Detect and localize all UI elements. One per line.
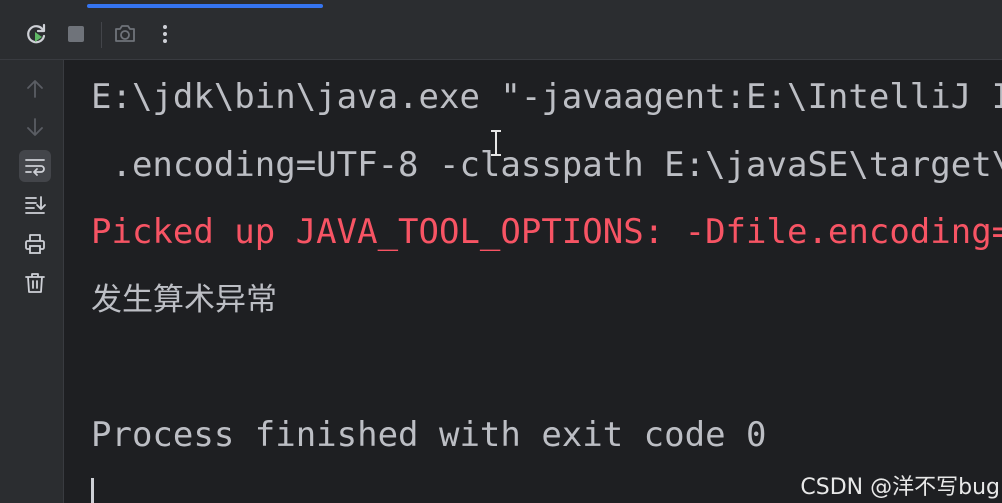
console-output[interactable]: E:\jdk\bin\java.exe "-javaagent:E:\Intel… <box>64 60 1002 503</box>
watermark: CSDN @洋不写bug <box>800 475 1000 500</box>
console-line-classpath: .encoding=UTF-8 -classpath E:\javaSE\tar… <box>91 145 1002 185</box>
stop-button[interactable] <box>62 20 90 48</box>
toolbar-separator <box>101 22 102 48</box>
text-caret <box>91 478 94 503</box>
rerun-icon <box>27 23 46 44</box>
rerun-button[interactable] <box>22 20 50 48</box>
screenshot-button[interactable] <box>111 20 139 48</box>
more-options-button[interactable] <box>151 20 179 48</box>
soft-wrap-icon <box>25 159 45 176</box>
scroll-down-button[interactable] <box>19 111 51 143</box>
more-vertical-icon <box>163 25 167 43</box>
tab-strip <box>0 0 1002 10</box>
console-side-toolbar <box>0 60 64 503</box>
up-arrow-icon <box>27 80 43 98</box>
console-line-command: E:\jdk\bin\java.exe "-javaagent:E:\Intel… <box>91 77 1002 117</box>
ibeam-cursor-icon <box>491 130 501 156</box>
run-toolbar <box>0 10 1002 60</box>
console-line-output: 发生算术异常 <box>91 282 277 318</box>
print-button[interactable] <box>19 228 51 260</box>
scroll-to-end-button[interactable] <box>19 189 51 221</box>
camera-icon <box>115 25 135 42</box>
active-tab-indicator <box>87 4 323 8</box>
console-line-exit: Process finished with exit code 0 <box>91 415 767 455</box>
scroll-up-button[interactable] <box>19 73 51 105</box>
soft-wrap-button[interactable] <box>19 150 51 182</box>
trash-icon <box>25 273 45 293</box>
down-arrow-icon <box>27 118 43 136</box>
clear-all-button[interactable] <box>19 267 51 299</box>
console-line-stderr: Picked up JAVA_TOOL_OPTIONS: -Dfile.enco… <box>91 212 1002 252</box>
stop-icon <box>68 26 84 42</box>
scroll-to-end-icon <box>25 196 46 214</box>
print-icon <box>25 234 45 254</box>
